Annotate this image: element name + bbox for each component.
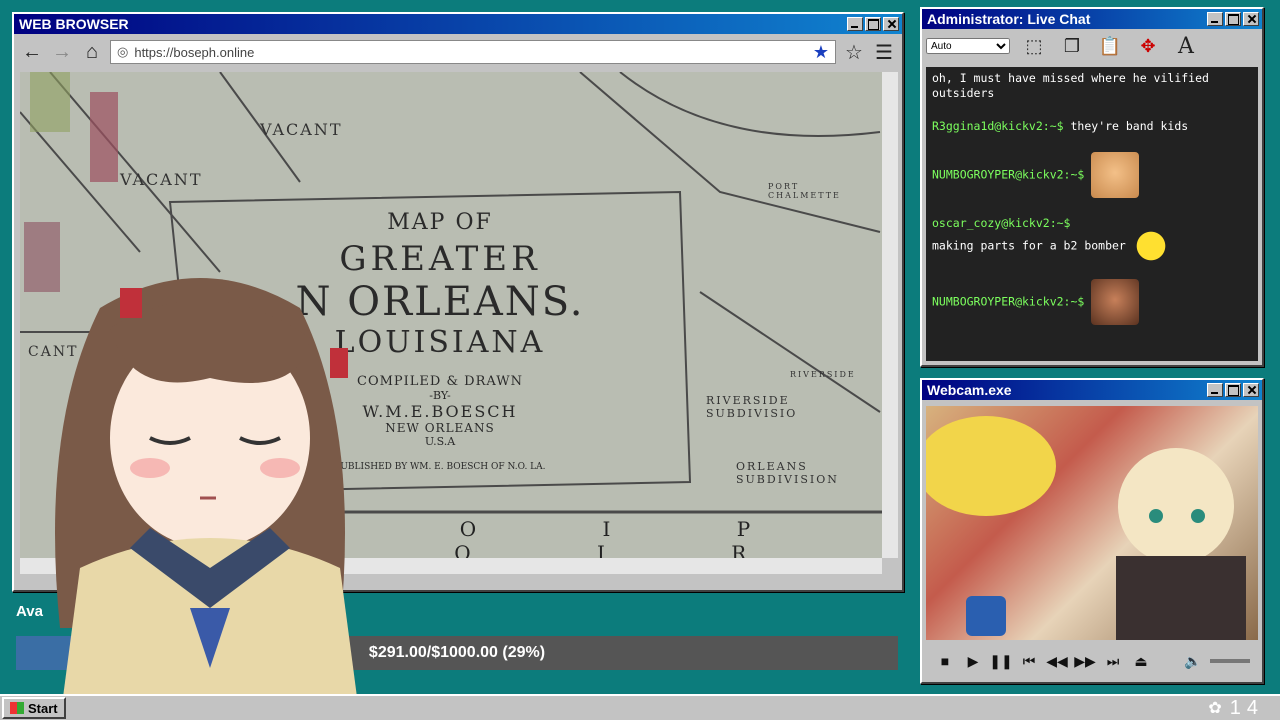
map-title-line1: MAP OF — [387, 210, 493, 235]
font-size-select[interactable]: Auto — [926, 38, 1010, 54]
chat-username[interactable]: NUMBOGROYPER@kickv2:~$ — [932, 168, 1084, 182]
vtuber-avatar — [55, 278, 360, 720]
select-rect-icon[interactable]: ⬚ — [1020, 32, 1048, 60]
chat-text: they're band kids — [1070, 119, 1189, 133]
map-label-vacant-1: VACANT — [260, 120, 343, 139]
close-button[interactable] — [1243, 383, 1259, 397]
chat-username[interactable]: R3ggina1d@kickv2:~$ — [932, 119, 1064, 133]
bookmark-star-icon[interactable]: ★ — [813, 42, 829, 63]
webcam-titlebar[interactable]: Webcam.exe — [922, 380, 1262, 400]
donation-label: Ava — [16, 603, 43, 620]
webcam-scene — [926, 416, 1246, 640]
volume-slider[interactable] — [1210, 659, 1250, 663]
skip-back-icon[interactable]: ⏮ — [1018, 650, 1040, 672]
start-button[interactable]: Start — [2, 697, 66, 719]
map-label-port-chalmette: PORT CHALMETTE — [768, 182, 841, 200]
chat-message: R3ggina1d@kickv2:~$ they're band kids — [932, 119, 1252, 134]
chat-text: oh, I must have missed where he vilified… — [932, 71, 1209, 100]
chat-username[interactable]: NUMBOGROYPER@kickv2:~$ — [932, 295, 1084, 309]
map-label-riverside: RIVERSIDE — [790, 370, 856, 379]
chat-username[interactable]: oscar_cozy@kickv2:~$ — [932, 216, 1070, 230]
maximize-button[interactable] — [1225, 12, 1241, 26]
chat-message: oscar_cozy@kickv2:~$ making parts for a … — [932, 216, 1252, 261]
maximize-button[interactable] — [865, 17, 881, 31]
map-label-riverside-subdivision: RIVERSIDE SUBDIVISIO — [706, 394, 798, 420]
cat-emote-icon — [1091, 152, 1140, 198]
map-label-vacant-2: VACANT — [120, 170, 203, 189]
map-label-orleans-subdivision: ORLEANS SUBDIVISION — [736, 460, 839, 486]
chat-log[interactable]: oh, I must have missed where he vilified… — [926, 67, 1258, 361]
taskbar: Start ✿ 14 — [0, 694, 1280, 720]
paste-icon[interactable]: 📋 — [1096, 32, 1124, 60]
forward-arrow-icon[interactable]: → — [50, 40, 74, 64]
close-button[interactable] — [1243, 12, 1259, 26]
minimize-button[interactable] — [1207, 12, 1223, 26]
map-bottom-letters: T O I P I Q I R S — [320, 517, 811, 558]
webcam-video — [926, 406, 1258, 640]
media-controls: ■ ▶ ❚❚ ⏮ ◀◀ ▶▶ ⏭ ⏏ 🔈 — [926, 644, 1258, 678]
network-icon[interactable]: ✿ — [1208, 698, 1221, 718]
maximize-button[interactable] — [1225, 383, 1241, 397]
copy-icon[interactable]: ❐ — [1058, 32, 1086, 60]
pause-icon[interactable]: ❚❚ — [989, 650, 1012, 672]
clock: 14 — [1229, 696, 1264, 719]
webcam-window: Webcam.exe ■ ▶ ❚❚ ⏮ ◀◀ ▶▶ ⏭ ⏏ 🔈 — [920, 378, 1264, 684]
chat-title: Administrator: Live Chat — [927, 11, 1091, 27]
minimize-button[interactable] — [1207, 383, 1223, 397]
back-arrow-icon[interactable]: ← — [20, 40, 44, 64]
vertical-scrollbar[interactable] — [882, 72, 898, 558]
chat-message: NUMBOGROYPER@kickv2:~$ — [932, 279, 1252, 325]
volume-icon[interactable]: 🔈 — [1182, 650, 1204, 672]
chat-titlebar[interactable]: Administrator: Live Chat — [922, 9, 1262, 29]
webcam-title: Webcam.exe — [927, 382, 1012, 398]
address-bar[interactable]: ◎ ★ — [110, 40, 836, 64]
chat-window: Administrator: Live Chat Auto ⬚ ❐ 📋 ✥ A … — [920, 7, 1264, 367]
chat-message: oh, I must have missed where he vilified… — [932, 71, 1252, 101]
move-icon[interactable]: ✥ — [1134, 32, 1162, 60]
duck-emote-icon — [1132, 231, 1169, 261]
system-tray: ✿ 14 — [1208, 697, 1278, 720]
browser-titlebar[interactable]: WEB BROWSER — [14, 14, 902, 34]
fast-forward-icon[interactable]: ▶▶ — [1074, 650, 1096, 672]
browser-navbar: ← → ⌂ ◎ ★ ☆ ☰ — [14, 34, 902, 70]
start-label: Start — [28, 700, 58, 716]
minimize-button[interactable] — [847, 17, 863, 31]
eject-icon[interactable]: ⏏ — [1130, 650, 1152, 672]
close-button[interactable] — [883, 17, 899, 31]
globe-icon: ◎ — [117, 44, 129, 59]
favorites-icon[interactable]: ☆ — [842, 40, 866, 64]
laughing-face-emote-icon — [1091, 279, 1140, 325]
stop-icon[interactable]: ■ — [934, 650, 956, 672]
play-icon[interactable]: ▶ — [962, 650, 984, 672]
url-input[interactable] — [134, 44, 807, 60]
skip-forward-icon[interactable]: ⏭ — [1102, 650, 1124, 672]
chat-message: NUMBOGROYPER@kickv2:~$ — [932, 152, 1252, 198]
font-icon[interactable]: A — [1172, 32, 1200, 60]
menu-icon[interactable]: ☰ — [872, 40, 896, 64]
chat-toolbar: Auto ⬚ ❐ 📋 ✥ A — [922, 29, 1262, 63]
home-icon[interactable]: ⌂ — [80, 40, 104, 64]
browser-title: WEB BROWSER — [19, 16, 129, 32]
chat-text: making parts for a b2 bomber — [932, 238, 1126, 253]
windows-logo-icon — [10, 702, 24, 714]
rewind-icon[interactable]: ◀◀ — [1046, 650, 1068, 672]
